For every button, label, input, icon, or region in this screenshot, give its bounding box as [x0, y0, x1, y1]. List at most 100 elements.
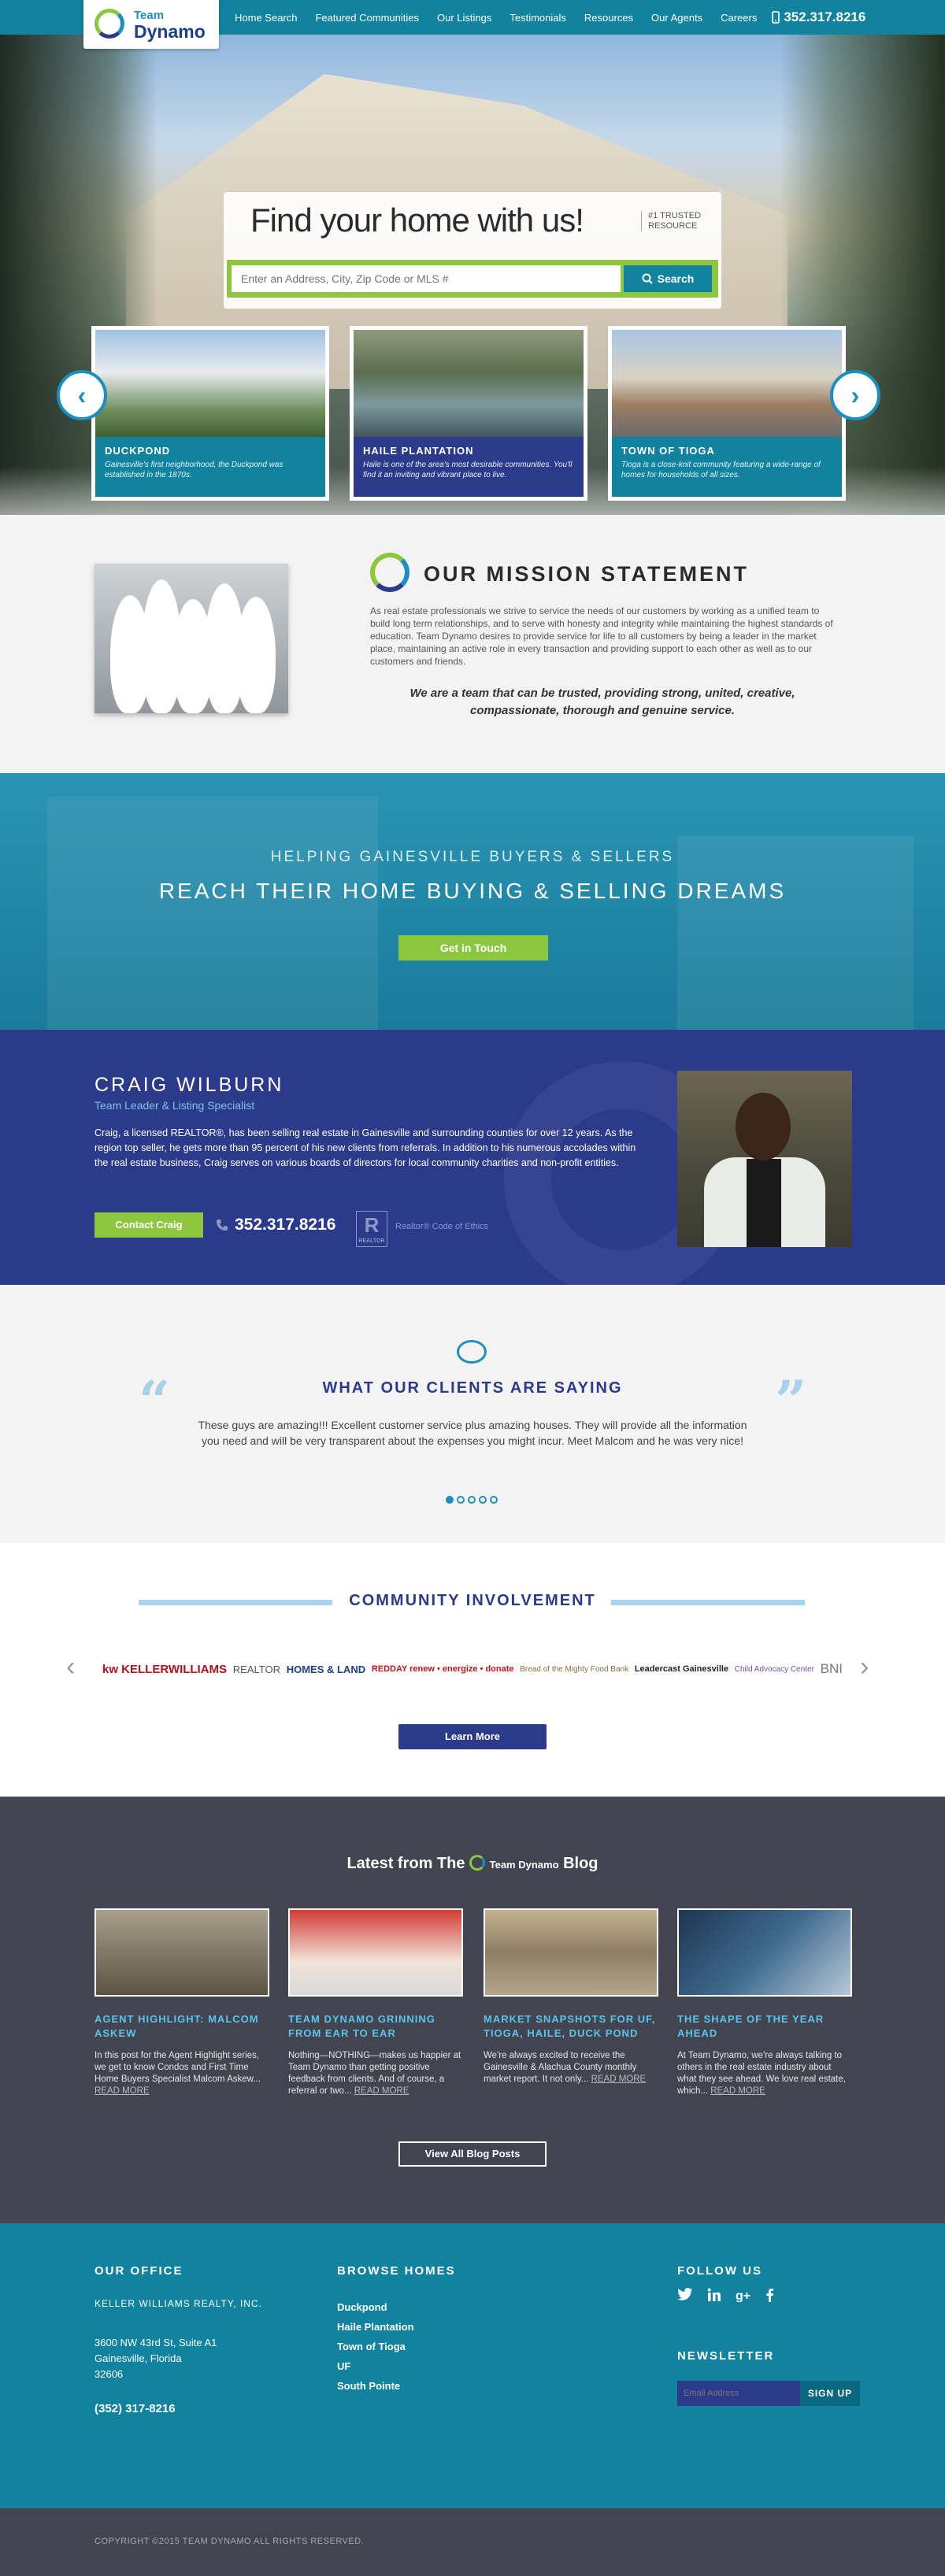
buyers-subtitle: HELPING GAINESVILLE BUYERS & SELLERS	[270, 849, 675, 865]
community-caption: TOWN OF TIOGA Tioga is a close-knit comm…	[612, 437, 842, 497]
site-logo[interactable]: Team Dynamo	[83, 0, 219, 49]
blog-post-title[interactable]: TEAM DYNAMO GRINNING FROM EAR TO EAR	[288, 2012, 463, 2041]
office-zip: 32606	[94, 2368, 124, 2380]
partner-logo-realtor[interactable]: REALTOR	[233, 1664, 280, 1675]
search-button[interactable]: Search	[624, 265, 712, 292]
header-phone[interactable]: 352.317.8216	[772, 9, 865, 25]
read-more-link[interactable]: READ MORE	[710, 2086, 765, 2096]
community-desc: Haile is one of the area's most desirabl…	[363, 461, 573, 479]
mission-section: OUR MISSION STATEMENT As real estate pro…	[0, 515, 945, 773]
read-more-link[interactable]: READ MORE	[94, 2086, 150, 2096]
community-desc: Gainesville's first neighborhood, the Du…	[105, 461, 284, 479]
read-more-link[interactable]: READ MORE	[591, 2074, 647, 2084]
pagination-dot[interactable]	[446, 1496, 454, 1504]
office-address2: Gainesville, Florida	[94, 2352, 182, 2364]
nav-careers[interactable]: Careers	[721, 12, 757, 24]
partner-logo-food-bank[interactable]: Bread of the Mighty Food Bank	[520, 1665, 628, 1674]
blog-post[interactable]: AGENT HIGHLIGHT: MALCOM ASKEW In this po…	[94, 1908, 269, 2097]
community-caption: DUCKPOND Gainesville's first neighborhoo…	[95, 437, 325, 497]
blog-post[interactable]: THE SHAPE OF THE YEAR AHEAD At Team Dyna…	[677, 1908, 852, 2097]
follow-title: FOLLOW US	[677, 2264, 762, 2278]
linkedin-icon[interactable]	[707, 2288, 721, 2307]
community-name: HAILE PLANTATION	[363, 445, 474, 457]
blog-section: Latest from The Team Dynamo Blog AGENT H…	[0, 1797, 945, 2223]
partner-logo-bni[interactable]: BNI	[821, 1661, 843, 1677]
newsletter-signup-button[interactable]: SIGN UP	[800, 2381, 860, 2406]
community-card-duckpond[interactable]: DUCKPOND Gainesville's first neighborhoo…	[91, 326, 329, 501]
chevron-left-icon[interactable]: ‹	[66, 1652, 75, 1682]
community-desc: Tioga is a close-knit community featurin…	[621, 461, 821, 479]
banner-background-house	[47, 797, 378, 1030]
community-image	[95, 330, 325, 437]
community-caption: HAILE PLANTATION Haile is one of the are…	[354, 437, 584, 497]
buyers-title: REACH THEIR HOME BUYING & SELLING DREAMS	[158, 879, 787, 903]
partner-logo-keller-williams[interactable]: kw KELLERWILLIAMS	[102, 1663, 227, 1676]
agent-section: CRAIG WILBURN Team Leader & Listing Spec…	[0, 1030, 945, 1285]
blog-post[interactable]: TEAM DYNAMO GRINNING FROM EAR TO EAR Not…	[288, 1908, 463, 2097]
office-phone[interactable]: (352) 317-8216	[94, 2401, 176, 2417]
browse-link-uf[interactable]: UF	[337, 2356, 414, 2376]
read-more-link[interactable]: READ MORE	[354, 2086, 410, 2096]
facebook-icon[interactable]	[765, 2288, 774, 2307]
view-all-blog-posts-button[interactable]: View All Blog Posts	[398, 2141, 547, 2167]
blog-post[interactable]: MARKET SNAPSHOTS FOR UF, TIOGA, HAILE, D…	[484, 1908, 658, 2086]
google-plus-icon[interactable]: g+	[736, 2288, 751, 2307]
agent-role: Team Leader & Listing Specialist	[94, 1099, 255, 1112]
partner-logo-homes-land[interactable]: HOMES & LAND	[287, 1664, 365, 1675]
blog-title: Latest from The Team Dynamo Blog	[0, 1855, 945, 1873]
partner-logo-redday[interactable]: REDDAY renew • energize • donate	[372, 1664, 514, 1674]
blog-post-excerpt: At Team Dynamo, we're always talking to …	[677, 2051, 846, 2096]
browse-link-haile-plantation[interactable]: Haile Plantation	[337, 2317, 414, 2337]
blog-post-title[interactable]: MARKET SNAPSHOTS FOR UF, TIOGA, HAILE, D…	[484, 2012, 658, 2041]
agent-phone[interactable]: 352.317.8216	[216, 1216, 335, 1234]
realtor-logo: R REALTOR	[356, 1211, 387, 1247]
search-icon	[642, 273, 653, 284]
browse-link-duckpond[interactable]: Duckpond	[337, 2297, 414, 2317]
nav-our-agents[interactable]: Our Agents	[651, 12, 702, 24]
mission-body: As real estate professionals we strive t…	[370, 605, 833, 667]
nav-home-search[interactable]: Home Search	[235, 12, 297, 24]
code-of-ethics-link[interactable]: Realtor® Code of Ethics	[395, 1222, 488, 1231]
get-in-touch-button[interactable]: Get in Touch	[398, 935, 548, 960]
realtor-mark: R	[364, 1213, 380, 1237]
pagination-dot[interactable]	[490, 1496, 498, 1504]
nav-testimonials[interactable]: Testimonials	[510, 12, 566, 24]
newsletter-email-input[interactable]	[677, 2381, 800, 2406]
search-input[interactable]	[232, 265, 621, 292]
carousel-next-button[interactable]: ›	[830, 370, 880, 420]
community-title: COMMUNITY INVOLVEMENT	[349, 1592, 596, 1609]
testimonial-quote: These guys are amazing!!! Excellent cust…	[198, 1419, 747, 1447]
pagination-dot[interactable]	[457, 1496, 465, 1504]
nav-featured-communities[interactable]: Featured Communities	[315, 12, 419, 24]
agent-phone-number: 352.317.8216	[235, 1216, 336, 1234]
browse-link-south-pointe[interactable]: South Pointe	[337, 2376, 414, 2396]
nav-resources[interactable]: Resources	[584, 12, 633, 24]
community-card-town-of-tioga[interactable]: TOWN OF TIOGA Tioga is a close-knit comm…	[608, 326, 846, 501]
contact-agent-button[interactable]: Contact Craig	[94, 1212, 203, 1238]
browse-link-town-of-tioga[interactable]: Town of Tioga	[337, 2337, 414, 2356]
social-links: g+	[677, 2288, 774, 2307]
svg-text:g+: g+	[736, 2289, 750, 2302]
newsletter-form: SIGN UP	[677, 2381, 860, 2406]
blog-post-title[interactable]: AGENT HIGHLIGHT: MALCOM ASKEW	[94, 2012, 269, 2041]
carousel-prev-button[interactable]: ‹	[57, 370, 107, 420]
search-bar: Search	[227, 260, 718, 298]
trusted-badge: #1 TRUSTED RESOURCE	[641, 211, 721, 231]
twitter-icon[interactable]	[677, 2288, 693, 2307]
blog-post-title[interactable]: THE SHAPE OF THE YEAR AHEAD	[677, 2012, 852, 2041]
office-title: OUR OFFICE	[94, 2264, 183, 2278]
chevron-right-icon[interactable]: ›	[860, 1652, 869, 1682]
partner-logo-child-advocacy[interactable]: Child Advocacy Center	[735, 1665, 814, 1674]
pagination-dot[interactable]	[479, 1496, 487, 1504]
browse-title: BROWSE HOMES	[337, 2264, 456, 2278]
community-card-haile-plantation[interactable]: HAILE PLANTATION Haile is one of the are…	[350, 326, 587, 501]
nav-our-listings[interactable]: Our Listings	[437, 12, 491, 24]
learn-more-button[interactable]: Learn More	[398, 1724, 547, 1749]
pagination-dot[interactable]	[468, 1496, 476, 1504]
open-quote-icon: “	[139, 1368, 171, 1434]
partner-logo-leadercast[interactable]: Leadercast Gainesville	[635, 1664, 728, 1674]
chevron-right-icon: ›	[850, 380, 860, 409]
header-phone-number: 352.317.8216	[784, 9, 866, 24]
community-name: DUCKPOND	[105, 445, 171, 457]
agent-name: CRAIG WILBURN	[94, 1074, 284, 1096]
